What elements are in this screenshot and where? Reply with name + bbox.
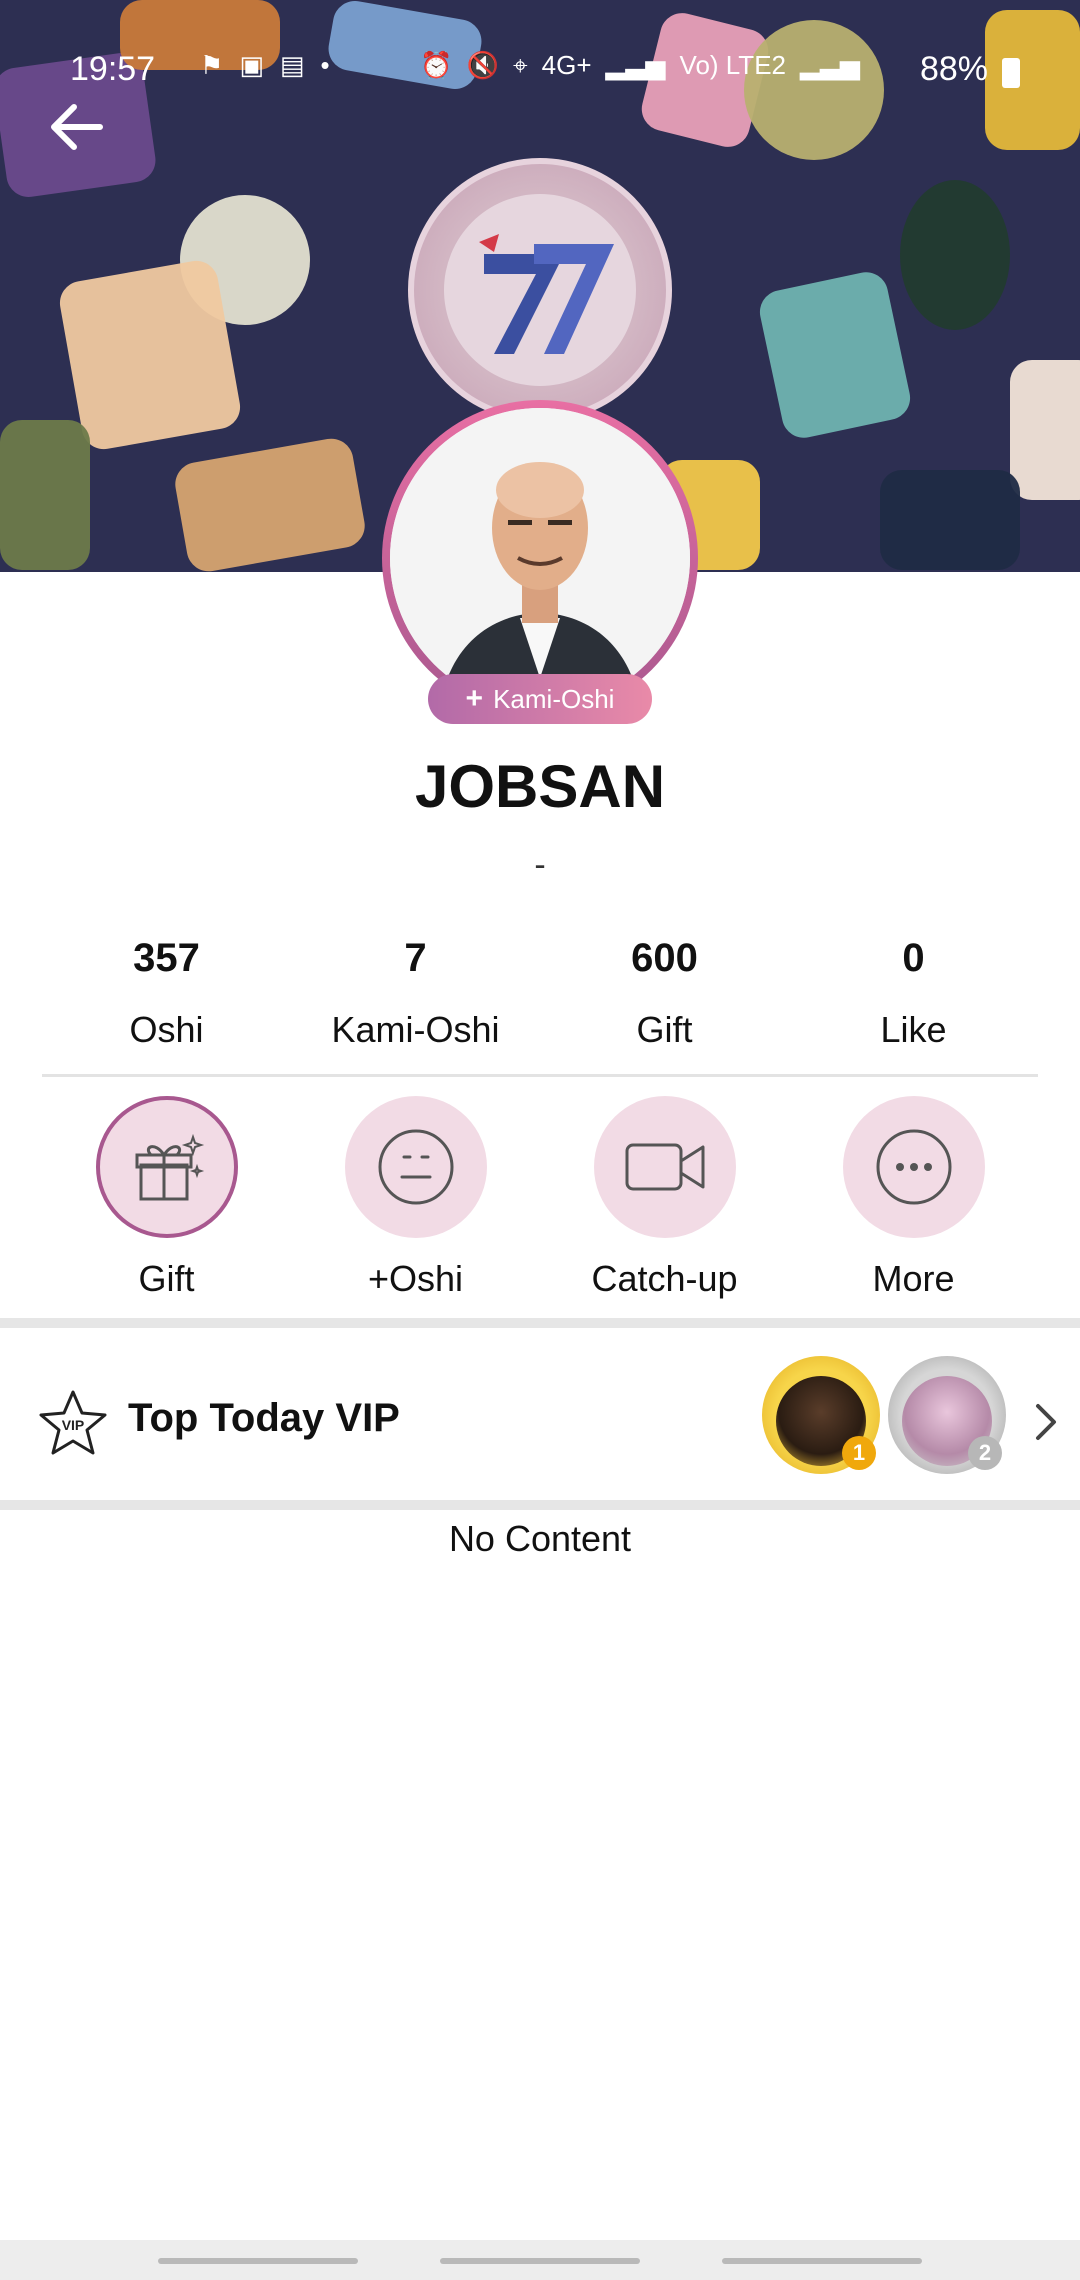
catch-up-button-circle[interactable] <box>593 1096 736 1238</box>
add-oshi-button-circle[interactable] <box>344 1096 487 1238</box>
signal-icon-2: ▂▃▅ <box>800 50 860 80</box>
nav-pill-center[interactable] <box>440 2258 640 2264</box>
vip-rank-2-badge: 2 <box>968 1436 1002 1470</box>
section-separator-2 <box>0 1500 1080 1510</box>
mute-icon: 🔇 <box>466 50 500 80</box>
status-bar: 19:57 ⚑ ▣ ▤ • ⏰ 🔇 ⌖ 4G+ ▂▃▅ Vo) LTE2 ▂▃▅… <box>0 40 1080 100</box>
gift-icon <box>135 1133 204 1201</box>
gift-button-label: Gift <box>138 1258 195 1299</box>
battery-icon <box>1002 58 1020 88</box>
more-button-circle[interactable] <box>842 1096 985 1238</box>
stat-value: 0 <box>902 936 925 980</box>
more-button-label: More <box>872 1258 955 1299</box>
catch-up-button[interactable]: Catch-up <box>540 1096 789 1306</box>
add-oshi-button-label: +Oshi <box>367 1258 464 1299</box>
kami-oshi-badge-label: Kami-Oshi <box>493 683 615 714</box>
stat-label: Kami-Oshi <box>331 1009 500 1050</box>
kami-oshi-badge-button[interactable]: + Kami-Oshi <box>428 674 652 724</box>
logo-77-icon <box>479 234 614 354</box>
stat-value: 600 <box>631 936 698 980</box>
alarm-icon: ⏰ <box>420 50 453 80</box>
stat-like[interactable]: 0 Like <box>789 934 1038 1074</box>
avatar-ring[interactable] <box>382 400 698 716</box>
person-photo <box>390 408 690 708</box>
flag-icon: ⚑ <box>200 50 224 80</box>
vip-rank-1-badge: 1 <box>842 1436 876 1470</box>
signal-icon: ▂▃▅ <box>605 50 666 80</box>
section-separator <box>0 1318 1080 1328</box>
gift-button[interactable]: Gift <box>42 1096 291 1306</box>
plus-icon: + <box>465 682 484 715</box>
sticker-kanchanaburi <box>171 435 369 572</box>
gift-button-circle[interactable] <box>95 1096 238 1238</box>
video-camera-icon <box>625 1143 704 1191</box>
webtoon-icon: ▤ <box>279 50 305 80</box>
sticker-rayong <box>0 420 90 570</box>
more-button[interactable]: More <box>789 1096 1038 1306</box>
stat-label: Oshi <box>129 1009 204 1050</box>
network-4g-label: 4G+ <box>541 50 592 80</box>
vip-title: Top Today VIP <box>128 1396 400 1440</box>
sticker-chaiyaphum <box>900 180 1010 330</box>
cover-logo-badge <box>408 158 672 422</box>
add-oshi-button[interactable]: +Oshi <box>291 1096 540 1306</box>
profile-bio: - <box>534 846 546 884</box>
stat-gift[interactable]: 600 Gift <box>540 934 789 1074</box>
chevron-right-icon[interactable] <box>1026 1392 1066 1452</box>
stat-value: 7 <box>404 936 427 980</box>
arrow-left-icon <box>51 104 103 150</box>
sticker-bottom-right <box>880 470 1020 570</box>
system-icons: ⏰ 🔇 ⌖ 4G+ ▂▃▅ Vo) LTE2 ▂▃▅ <box>420 50 860 82</box>
stat-value: 357 <box>133 936 200 980</box>
stats-divider <box>42 1074 1038 1077</box>
status-time: 19:57 <box>70 50 156 88</box>
avatar <box>390 408 690 708</box>
gesture-nav-bar <box>0 2240 1080 2280</box>
vip-star-text: VIP <box>62 1417 85 1433</box>
nav-pill-left[interactable] <box>158 2258 358 2264</box>
sticker-songkhla <box>1010 360 1080 500</box>
vip-rank-2-avatar[interactable]: 2 <box>888 1356 1006 1474</box>
empty-feed-text: No Content <box>448 1518 632 1559</box>
top-today-vip-row[interactable]: VIP Top Today VIP 1 2 <box>0 1340 1080 1500</box>
network-lte-label: Vo) LTE2 <box>679 50 786 80</box>
profile-name: JOBSAN <box>414 753 666 820</box>
location-icon: ⌖ <box>513 50 528 80</box>
nav-pill-right[interactable] <box>722 2258 922 2264</box>
stat-oshi[interactable]: 357 Oshi <box>42 934 291 1074</box>
stat-kami-oshi[interactable]: 7 Kami-Oshi <box>291 934 540 1074</box>
notification-icons: ⚑ ▣ ▤ • <box>200 50 330 81</box>
battery-percent: 88% <box>919 50 988 88</box>
more-dots-icon <box>876 1129 951 1205</box>
profile-stats: 357 Oshi 7 Kami-Oshi 600 Gift 0 Like <box>42 934 1038 1074</box>
sticker-phuket <box>56 257 244 453</box>
neutral-face-icon <box>378 1129 453 1205</box>
stat-label: Like <box>880 1009 947 1050</box>
profile-actions: Gift +Oshi Catch-up More <box>42 1096 1038 1306</box>
vip-rank-1-avatar[interactable]: 1 <box>762 1356 880 1474</box>
stat-label: Gift <box>636 1009 693 1050</box>
sticker-chiang-mai <box>755 268 915 442</box>
vip-star-icon: VIP <box>39 1390 107 1455</box>
catch-up-button-label: Catch-up <box>591 1258 738 1299</box>
back-button[interactable] <box>42 92 112 162</box>
dot-icon: • <box>320 50 330 80</box>
shopping-icon: ▣ <box>239 50 264 80</box>
